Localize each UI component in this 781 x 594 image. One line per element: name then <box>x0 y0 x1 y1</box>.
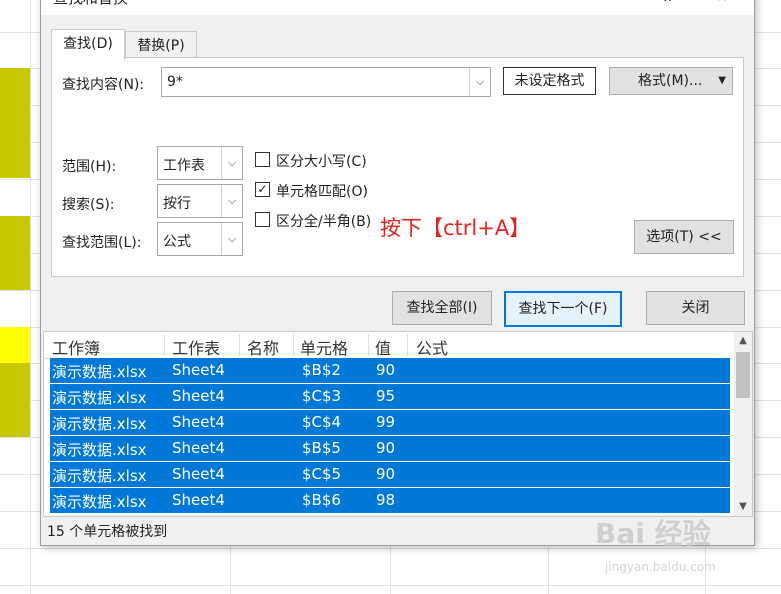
search-value: 按行 <box>163 196 191 212</box>
row-value: 98 <box>376 491 396 509</box>
match-width-checkbox[interactable] <box>255 212 270 227</box>
row-sheet: Sheet4 <box>172 491 225 509</box>
row-value: 90 <box>376 361 396 379</box>
row-value: 99 <box>376 413 396 431</box>
search-select[interactable]: 按行 ⌵ <box>157 184 243 218</box>
match-cell-checkbox[interactable]: ✓ <box>255 182 270 197</box>
column-header[interactable]: 单元格 <box>300 335 348 359</box>
find-options-panel: 查找内容(N): 9* ⌵ 未设定格式 格式(M)... ▼ 范围(H): 工作… <box>51 57 744 277</box>
dialog-title: 查找和替换 <box>53 0 128 8</box>
column-divider[interactable] <box>164 334 165 356</box>
close-icon[interactable]: × <box>716 0 728 5</box>
highlighted-cell <box>0 327 30 363</box>
find-all-button[interactable]: 查找全部(I) <box>392 291 492 325</box>
column-divider[interactable] <box>293 334 294 356</box>
dialog-titlebar: 查找和替换 ‥ × <box>41 0 754 15</box>
row-cell: $C$5 <box>302 465 342 483</box>
row-sheet: Sheet4 <box>172 465 225 483</box>
row-book: 演示数据.xlsx <box>52 441 147 459</box>
results-scrollbar[interactable]: ▲ ▼ <box>734 332 752 516</box>
row-book: 演示数据.xlsx <box>52 493 147 511</box>
row-cell: $B$2 <box>302 361 341 379</box>
row-book: 演示数据.xlsx <box>52 389 147 407</box>
row-cell: $B$5 <box>302 439 341 457</box>
lookin-select[interactable]: 公式 ⌵ <box>157 222 243 256</box>
row-value: 95 <box>376 387 396 405</box>
search-label: 搜索(S): <box>62 197 115 213</box>
row-sheet: Sheet4 <box>172 413 225 431</box>
row-value: 90 <box>376 465 396 483</box>
column-header[interactable]: 名称 <box>247 335 279 359</box>
find-replace-dialog: 查找和替换 ‥ × 查找(D) 替换(P) 查找内容(N): 9* ⌵ 未设定格… <box>40 0 755 546</box>
grid-line <box>30 0 31 594</box>
chevron-down-icon[interactable]: ⌵ <box>221 147 242 179</box>
row-cell: $C$4 <box>302 413 342 431</box>
watermark-logo: Bai 经验 <box>595 517 711 550</box>
table-row[interactable]: 演示数据.xlsx Sheet4 $B$2 90 <box>50 358 730 383</box>
status-text: 15 个单元格被找到 <box>47 524 168 540</box>
match-case-checkbox[interactable] <box>255 152 270 167</box>
column-header[interactable]: 工作簿 <box>52 335 100 359</box>
format-button-label: 格式(M)... <box>638 73 703 89</box>
column-header[interactable]: 工作表 <box>172 335 220 359</box>
dropdown-arrow-icon: ▼ <box>718 75 726 86</box>
column-header[interactable]: 值 <box>375 335 391 359</box>
format-preview: 未设定格式 <box>503 67 596 95</box>
row-sheet: Sheet4 <box>172 439 225 457</box>
chevron-down-icon[interactable]: ⌵ <box>221 185 242 217</box>
tab-find-label: 查找(D) <box>63 36 113 52</box>
match-cell-label: 单元格匹配(O) <box>276 184 368 200</box>
results-header: 工作簿 工作表 名称 单元格 值 公式 <box>44 332 732 359</box>
row-value: 90 <box>376 439 396 457</box>
highlighted-cell <box>0 68 30 178</box>
scope-value: 工作表 <box>163 158 205 174</box>
row-book: 演示数据.xlsx <box>52 415 147 433</box>
table-row[interactable]: 演示数据.xlsx Sheet4 $C$4 99 <box>50 410 730 435</box>
row-sheet: Sheet4 <box>172 387 225 405</box>
options-button[interactable]: 选项(T) << <box>634 220 734 254</box>
results-list[interactable]: 工作簿 工作表 名称 单元格 值 公式 演示数据.xlsx Sheet4 $B$… <box>43 331 753 517</box>
find-next-button[interactable]: 查找下一个(F) <box>504 291 622 327</box>
scrollbar-thumb[interactable] <box>736 352 750 398</box>
table-row[interactable]: 演示数据.xlsx Sheet4 $C$5 90 <box>50 462 730 487</box>
row-sheet: Sheet4 <box>172 361 225 379</box>
chevron-down-icon[interactable]: ⌵ <box>469 68 490 96</box>
scroll-up-icon[interactable]: ▲ <box>734 332 752 350</box>
find-what-value: 9* <box>167 74 183 90</box>
table-row[interactable]: 演示数据.xlsx Sheet4 $B$6 98 <box>50 488 730 513</box>
find-what-input[interactable]: 9* ⌵ <box>161 67 491 97</box>
annotation-text: 按下【ctrl+A】 <box>380 216 531 240</box>
chevron-down-icon[interactable]: ⌵ <box>221 223 242 255</box>
tab-replace-label: 替换(P) <box>137 38 185 54</box>
table-row[interactable]: 演示数据.xlsx Sheet4 $B$5 90 <box>50 436 730 461</box>
column-header[interactable]: 公式 <box>416 335 448 359</box>
watermark-url: jingyan.baidu.com <box>605 560 716 574</box>
lookin-label: 查找范围(L): <box>62 235 142 251</box>
scope-select[interactable]: 工作表 ⌵ <box>157 146 243 180</box>
lookin-value: 公式 <box>163 234 191 250</box>
row-cell: $C$3 <box>302 387 342 405</box>
row-cell: $B$6 <box>302 491 341 509</box>
table-row[interactable]: 演示数据.xlsx Sheet4 $C$3 95 <box>50 384 730 409</box>
tab-find[interactable]: 查找(D) <box>51 29 125 60</box>
match-width-label: 区分全/半角(B) <box>276 214 372 230</box>
highlighted-cell <box>0 363 30 437</box>
column-divider[interactable] <box>239 334 240 356</box>
row-book: 演示数据.xlsx <box>52 363 147 381</box>
tab-replace[interactable]: 替换(P) <box>125 31 197 60</box>
match-case-label: 区分大小写(C) <box>276 154 367 170</box>
grid-line <box>0 585 781 586</box>
highlighted-cell <box>0 216 30 290</box>
close-button[interactable]: 关闭 <box>646 291 745 325</box>
find-what-label: 查找内容(N): <box>62 77 145 93</box>
column-divider[interactable] <box>407 334 408 356</box>
scroll-down-icon[interactable]: ▼ <box>734 498 752 516</box>
column-divider[interactable] <box>368 334 369 356</box>
format-button[interactable]: 格式(M)... ▼ <box>609 67 733 95</box>
scope-label: 范围(H): <box>62 159 117 175</box>
row-book: 演示数据.xlsx <box>52 467 147 485</box>
help-icon[interactable]: ‥ <box>663 0 672 5</box>
